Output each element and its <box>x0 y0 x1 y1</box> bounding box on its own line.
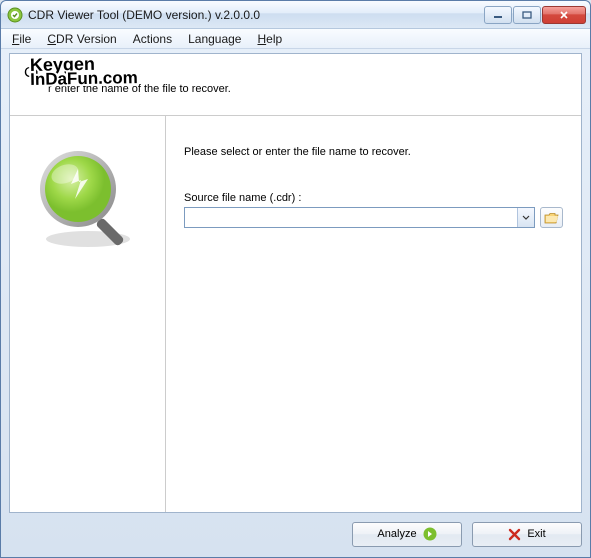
wizard-body: Please select or enter the file name to … <box>10 116 581 512</box>
source-file-label: Source file name (.cdr) : <box>184 192 563 204</box>
menu-file[interactable]: File <box>5 30 38 48</box>
footer-buttons: Analyze Exit <box>9 519 582 549</box>
titlebar[interactable]: CDR Viewer Tool (DEMO version.) v.2.0.0.… <box>1 1 590 29</box>
analyze-label: Analyze <box>377 528 416 540</box>
wizard-header: CL r enter the name of the file to recov… <box>10 54 581 116</box>
exit-label: Exit <box>527 528 545 540</box>
browse-button[interactable] <box>540 207 563 228</box>
analyze-button[interactable]: Analyze <box>352 522 462 547</box>
wizard-form-pane: Please select or enter the file name to … <box>166 116 581 512</box>
source-file-input[interactable] <box>185 208 517 227</box>
menubar: File CDR Version Actions Language Help <box>1 29 590 49</box>
close-icon <box>559 11 569 19</box>
app-window: CDR Viewer Tool (DEMO version.) v.2.0.0.… <box>0 0 591 558</box>
wizard-title: CL <box>24 64 567 81</box>
wizard-image-pane <box>10 116 166 512</box>
app-icon <box>7 7 23 23</box>
arrow-right-icon <box>423 527 437 541</box>
menu-language[interactable]: Language <box>181 30 248 48</box>
wizard-subtitle: r enter the name of the file to recover. <box>24 83 567 95</box>
minimize-icon <box>493 11 503 19</box>
maximize-button[interactable] <box>513 6 541 24</box>
window-title: CDR Viewer Tool (DEMO version.) v.2.0.0.… <box>28 8 484 22</box>
combo-dropdown-button[interactable] <box>517 208 534 227</box>
window-controls <box>484 6 586 24</box>
menu-actions[interactable]: Actions <box>126 30 179 48</box>
minimize-button[interactable] <box>484 6 512 24</box>
folder-open-icon <box>544 211 560 225</box>
magnifier-icon <box>33 144 143 257</box>
source-file-combo[interactable] <box>184 207 535 228</box>
client-area: CL r enter the name of the file to recov… <box>9 53 582 513</box>
source-file-row <box>184 207 563 228</box>
exit-button[interactable]: Exit <box>472 522 582 547</box>
maximize-icon <box>522 11 532 19</box>
x-icon <box>508 528 521 541</box>
menu-help[interactable]: Help <box>250 30 289 48</box>
chevron-down-icon <box>522 215 530 221</box>
instruction-text: Please select or enter the file name to … <box>184 146 563 158</box>
close-button[interactable] <box>542 6 586 24</box>
menu-cdr-version[interactable]: CDR Version <box>40 30 123 48</box>
